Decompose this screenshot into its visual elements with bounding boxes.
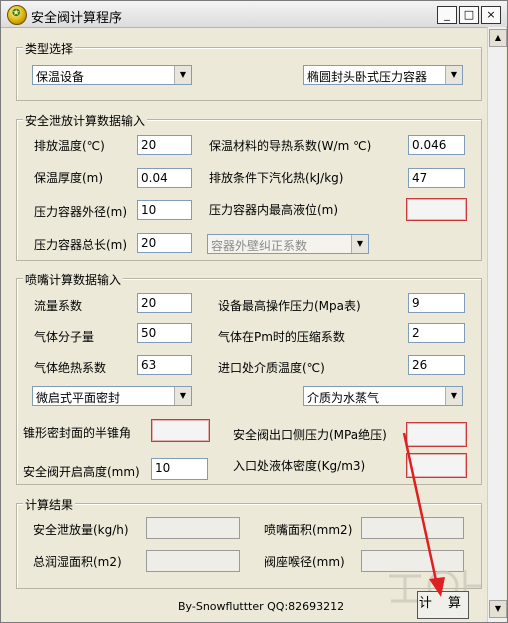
inlet-density-input[interactable] bbox=[406, 453, 467, 478]
conductivity-input[interactable]: 0.046 bbox=[408, 135, 465, 155]
adiabatic-input[interactable]: 63 bbox=[137, 355, 192, 375]
app-logo-icon: ✪ bbox=[7, 5, 27, 25]
wetted-area-output bbox=[146, 550, 240, 572]
medium-type-select[interactable]: 介质为水蒸气 ▼ bbox=[303, 386, 463, 406]
max-pressure-label: 设备最高操作压力(Mpa表) bbox=[218, 299, 361, 313]
seat-throat-label: 阀座喉径(mm) bbox=[264, 555, 345, 569]
lift-height-label: 安全阀开启高度(mm) bbox=[23, 465, 140, 479]
nozzle-group-title: 喷嘴计算数据输入 bbox=[23, 271, 124, 288]
max-level-label: 压力容器内最高液位(m) bbox=[209, 203, 339, 217]
relief-rate-output bbox=[146, 517, 240, 539]
correction-factor-value: 容器外壁纠正系数 bbox=[211, 239, 308, 253]
discharge-temp-label: 排放温度(℃) bbox=[34, 139, 105, 153]
adiabatic-label: 气体绝热系数 bbox=[34, 361, 107, 375]
compress-factor-label: 气体在Pm时的压缩系数 bbox=[218, 330, 345, 344]
vessel-length-label: 压力容器总长(m) bbox=[34, 238, 128, 252]
latent-heat-label: 排放条件下汽化热(kJ/kg) bbox=[209, 171, 344, 185]
latent-heat-input[interactable]: 47 bbox=[408, 168, 465, 188]
compress-factor-input[interactable]: 2 bbox=[408, 323, 465, 343]
vessel-type-select[interactable]: 椭圆封头卧式压力容器 ▼ bbox=[303, 65, 463, 85]
vessel-diameter-input[interactable]: 10 bbox=[137, 200, 192, 220]
chevron-down-icon[interactable]: ▼ bbox=[174, 387, 191, 405]
equipment-type-value: 保温设备 bbox=[36, 70, 85, 84]
vessel-type-value: 椭圆封头卧式压力容器 bbox=[307, 70, 428, 84]
insulation-thickness-input[interactable]: 0.04 bbox=[137, 168, 192, 188]
chevron-down-icon[interactable]: ▼ bbox=[351, 235, 368, 253]
relief-rate-label: 安全泄放量(kg/h) bbox=[33, 523, 129, 537]
minimize-button[interactable]: _ bbox=[437, 6, 457, 24]
vertical-scrollbar[interactable]: ▲ ▼ bbox=[487, 27, 507, 622]
outlet-pressure-label: 安全阀出口侧压力(MPa绝压) bbox=[233, 428, 387, 442]
type-group-title: 类型选择 bbox=[23, 40, 76, 57]
max-pressure-input[interactable]: 9 bbox=[408, 293, 465, 313]
scroll-up-icon[interactable]: ▲ bbox=[489, 29, 507, 47]
maximize-button[interactable]: □ bbox=[459, 6, 479, 24]
half-cone-angle-label: 锥形密封面的半锥角 bbox=[23, 426, 132, 440]
results-group-title: 计算结果 bbox=[23, 496, 76, 513]
insulation-thickness-label: 保温厚度(m) bbox=[34, 171, 104, 185]
medium-type-value: 介质为水蒸气 bbox=[307, 391, 380, 405]
title-bar[interactable]: ✪ 安全阀计算程序 _ □ × bbox=[1, 1, 507, 28]
close-button[interactable]: × bbox=[481, 6, 501, 24]
relief-group-title: 安全泄放计算数据输入 bbox=[23, 112, 148, 129]
inlet-temp-label: 进口处介质温度(℃) bbox=[218, 361, 325, 375]
nozzle-area-output bbox=[361, 517, 464, 539]
chevron-down-icon[interactable]: ▼ bbox=[445, 387, 462, 405]
molecular-weight-label: 气体分子量 bbox=[34, 330, 95, 344]
calculate-button[interactable]: 计 算 bbox=[417, 591, 469, 619]
author-credit: By-Snowfluttter QQ:82693212 bbox=[178, 600, 345, 613]
seal-type-value: 微启式平面密封 bbox=[36, 391, 121, 405]
correction-factor-select[interactable]: 容器外壁纠正系数 ▼ bbox=[207, 234, 369, 254]
window-title: 安全阀计算程序 bbox=[31, 11, 123, 26]
app-window: ✪ 安全阀计算程序 _ □ × 类型选择 保温设备 ▼ 椭圆封头卧式压力容器 ▼… bbox=[0, 0, 508, 623]
inlet-density-label: 入口处液体密度(Kg/m3) bbox=[233, 459, 366, 473]
chevron-down-icon[interactable]: ▼ bbox=[174, 66, 191, 84]
nozzle-area-label: 喷嘴面积(mm2) bbox=[264, 523, 353, 537]
wetted-area-label: 总润湿面积(m2) bbox=[33, 555, 122, 569]
equipment-type-select[interactable]: 保温设备 ▼ bbox=[32, 65, 192, 85]
lift-height-input[interactable]: 10 bbox=[151, 458, 208, 480]
molecular-weight-input[interactable]: 50 bbox=[137, 323, 192, 343]
inlet-temp-input[interactable]: 26 bbox=[408, 355, 465, 375]
vessel-diameter-label: 压力容器外径(m) bbox=[34, 205, 128, 219]
flow-coef-input[interactable]: 20 bbox=[137, 293, 192, 313]
vessel-length-input[interactable]: 20 bbox=[137, 233, 192, 253]
conductivity-label: 保温材料的导热系数(W/m ℃) bbox=[209, 139, 372, 153]
chevron-down-icon[interactable]: ▼ bbox=[445, 66, 462, 84]
scroll-down-icon[interactable]: ▼ bbox=[489, 600, 507, 618]
discharge-temp-input[interactable]: 20 bbox=[137, 135, 192, 155]
max-level-input[interactable] bbox=[406, 198, 467, 221]
half-cone-angle-input[interactable] bbox=[151, 419, 210, 442]
flow-coef-label: 流量系数 bbox=[34, 299, 83, 313]
outlet-pressure-input[interactable] bbox=[406, 422, 467, 447]
seal-type-select[interactable]: 微启式平面密封 ▼ bbox=[32, 386, 192, 406]
